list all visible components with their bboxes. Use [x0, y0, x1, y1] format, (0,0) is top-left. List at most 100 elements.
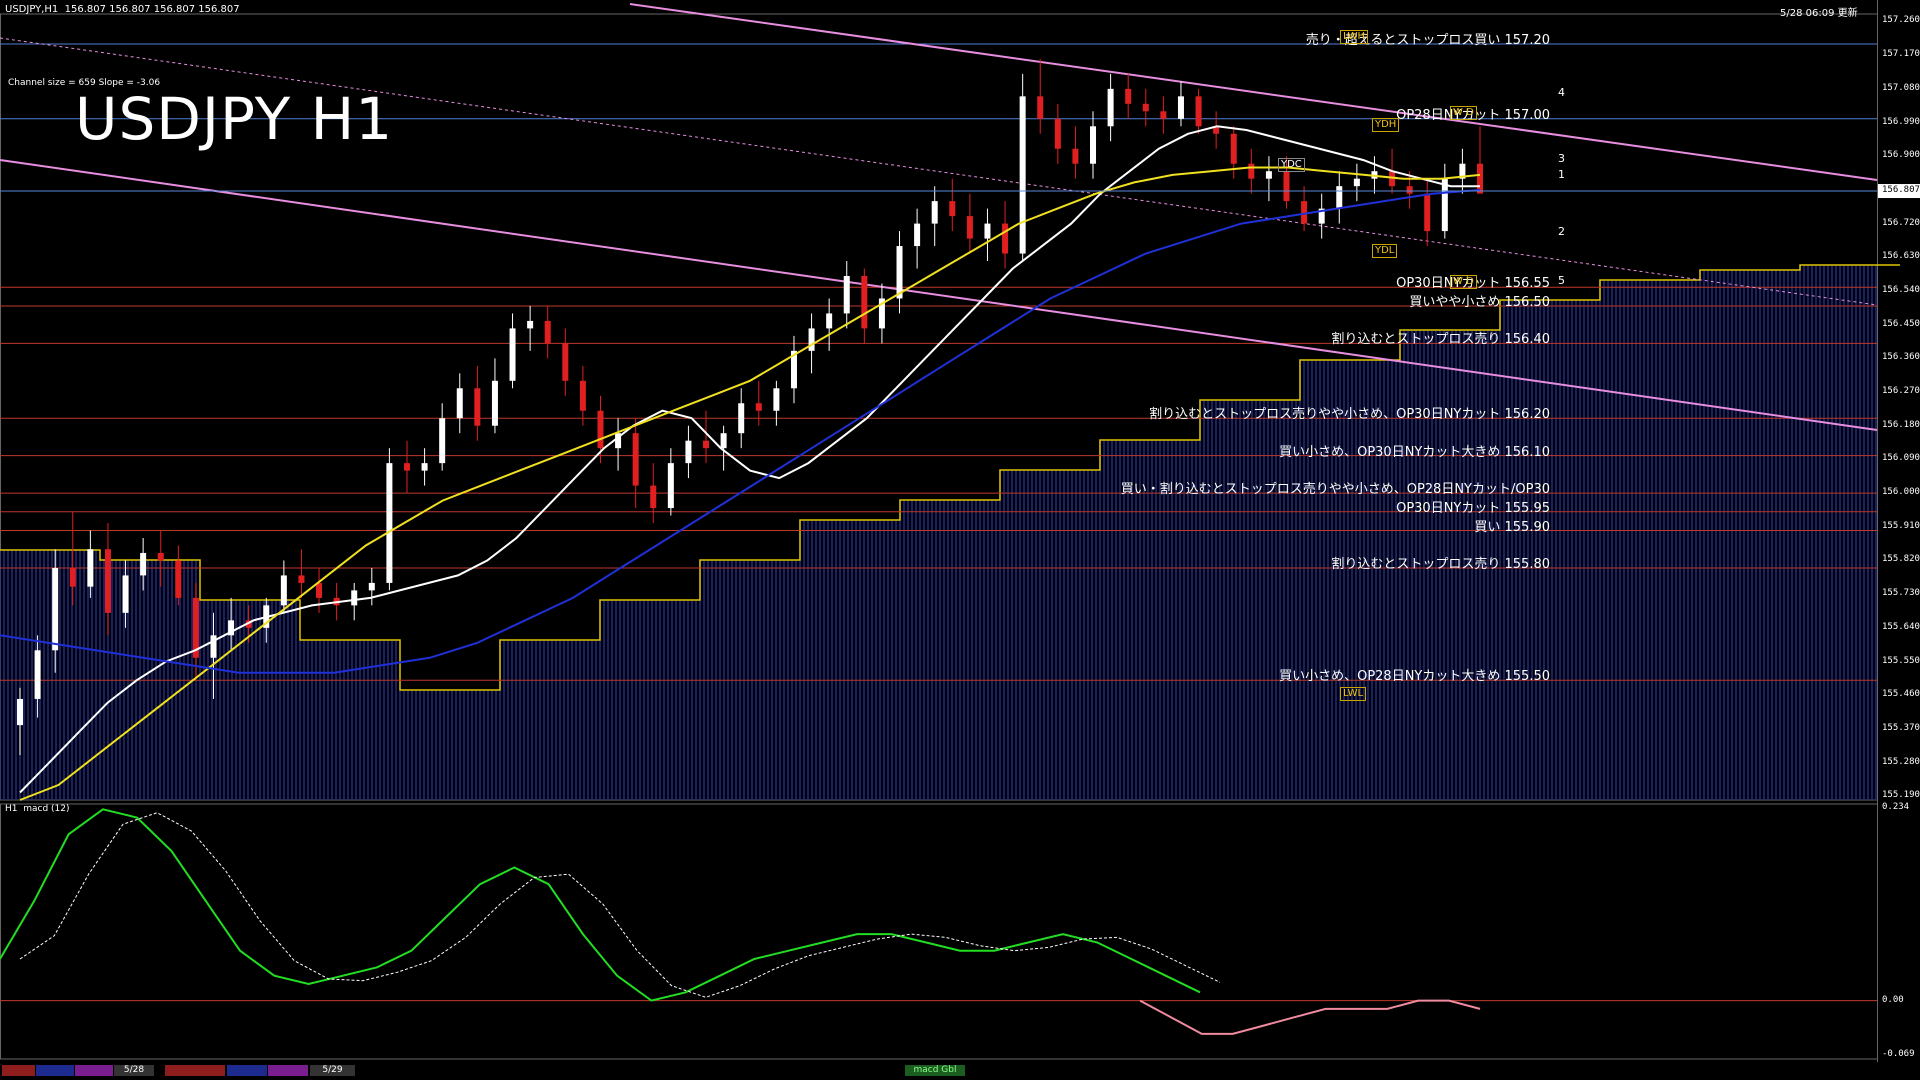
candle-body — [87, 549, 94, 587]
candle-body — [703, 440, 710, 449]
candle-body — [562, 343, 569, 381]
macd-negative-line — [1139, 999, 1481, 1035]
candle-body — [456, 388, 463, 419]
candle-body — [1142, 103, 1149, 112]
session-segment — [36, 1065, 74, 1076]
price-chart[interactable] — [0, 0, 1920, 1080]
price-tick-label: 155.370 — [1882, 722, 1920, 733]
projection-1: 1 — [1558, 168, 1565, 181]
candle-body — [738, 403, 745, 434]
ma-white-line — [19, 125, 1480, 794]
channel-upper — [629, 3, 1878, 181]
candle-body — [1125, 88, 1132, 104]
projection-2: 2 — [1558, 225, 1565, 238]
session-segment — [165, 1065, 225, 1076]
candle-body — [1019, 96, 1026, 254]
price-tick-label: 155.730 — [1882, 588, 1920, 599]
candle-body — [579, 380, 586, 411]
candle-body — [843, 276, 850, 314]
price-tick-label: 156.090 — [1882, 453, 1920, 464]
chart-title: USDJPY H1 — [75, 85, 394, 153]
price-tick-label: 156.000 — [1882, 487, 1920, 498]
symbol-info: USDJPY,H1 156.807 156.807 156.807 156.80… — [5, 4, 240, 15]
candle-body — [896, 246, 903, 299]
candle-body — [175, 560, 182, 598]
candle-body — [491, 380, 498, 426]
candle-body — [755, 403, 762, 411]
candle-body — [597, 410, 604, 449]
macd-pane-frame — [0, 803, 1878, 1060]
candle-body — [122, 575, 129, 613]
candle-body — [421, 463, 428, 471]
ydc-marker: YDC — [1278, 158, 1305, 172]
candle-body — [1248, 163, 1255, 179]
candle-body — [773, 388, 780, 411]
price-tick-label: 155.460 — [1882, 689, 1920, 700]
level-label: 割り込むとストップロス売りやや小さめ、OP30日NYカット 156.20 — [1149, 407, 1550, 423]
price-tick-label: 156.990 — [1882, 116, 1920, 127]
candle-body — [1054, 118, 1061, 149]
price-tick-label: 157.260 — [1882, 15, 1920, 26]
candle-body — [1037, 96, 1044, 119]
cloud-edge — [0, 264, 1900, 691]
price-tick-label: 156.180 — [1882, 419, 1920, 430]
candle-body — [1090, 126, 1097, 164]
level-label: OP30日NYカット 155.95 — [1396, 500, 1550, 516]
candle-body — [1441, 178, 1448, 232]
session-segment — [75, 1065, 113, 1076]
price-tick-label: 156.270 — [1882, 386, 1920, 397]
ydl-marker: YDL — [1372, 244, 1398, 258]
candle-body — [280, 575, 287, 606]
price-tick-label: 156.807 — [1882, 185, 1920, 196]
candle-body — [69, 567, 76, 587]
session-segment — [268, 1065, 308, 1076]
candle-body — [861, 276, 868, 329]
candle-body — [210, 635, 217, 658]
lwl-marker: LWL — [1340, 687, 1367, 701]
level-label: 買い 155.90 — [1474, 519, 1550, 535]
candle-body — [1002, 223, 1009, 254]
price-tick-label: 155.640 — [1882, 621, 1920, 632]
candle-body — [1195, 96, 1202, 127]
price-tick-label: 155.820 — [1882, 554, 1920, 565]
candle-body — [914, 223, 921, 247]
price-tick-label: 156.900 — [1882, 150, 1920, 161]
candle-body — [316, 582, 323, 598]
price-tick-label: 155.550 — [1882, 655, 1920, 666]
candle-body — [52, 567, 59, 651]
wd-marker-bottom: W D — [1450, 275, 1477, 289]
candle-body — [632, 433, 639, 486]
candle-body — [403, 463, 410, 471]
level-label: 買い・割り込むとストップロス売りやや小さめ、OP28日NYカット/OP30 — [1120, 482, 1550, 498]
candle-body — [949, 201, 956, 217]
price-tick-label: 155.280 — [1882, 756, 1920, 767]
candle-body — [1107, 88, 1114, 127]
price-tick-label: 156.540 — [1882, 284, 1920, 295]
price-tick-label: 156.630 — [1882, 251, 1920, 262]
channel-mid — [0, 37, 1878, 306]
session-segment — [2, 1065, 35, 1076]
price-tick-label: 156.450 — [1882, 318, 1920, 329]
level-label: 割り込むとストップロス売り 155.80 — [1331, 556, 1550, 572]
candle-body — [1230, 133, 1237, 164]
projection-4: 4 — [1558, 86, 1565, 99]
macd-main-line — [0, 808, 1201, 1002]
candle-body — [808, 328, 815, 351]
candle-body — [1406, 186, 1413, 194]
candle-body — [34, 650, 41, 699]
macd-top-value: 0.234 — [1882, 802, 1910, 812]
channel-lower — [0, 159, 1878, 431]
candle-body — [140, 552, 147, 576]
candle-body — [1336, 186, 1343, 209]
level-label: 買いやや小さめ 156.50 — [1409, 294, 1550, 310]
candle-body — [298, 575, 305, 583]
candle-body — [1283, 171, 1290, 202]
level-label: 買い小さめ、OP30日NYカット大きめ 156.10 — [1279, 444, 1550, 460]
wd-marker-top: W D — [1450, 106, 1477, 120]
candle-body — [1353, 178, 1360, 187]
candle-body — [17, 698, 23, 726]
indicator-tab[interactable]: macd Gbl — [905, 1065, 965, 1076]
projection-3: 3 — [1558, 152, 1565, 165]
projection-5: 5 — [1558, 274, 1565, 287]
candle-body — [1301, 201, 1308, 224]
